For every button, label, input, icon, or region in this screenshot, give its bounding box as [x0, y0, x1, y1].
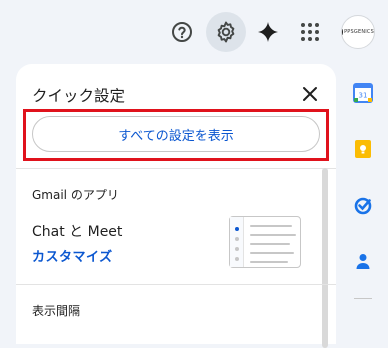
quick-settings-title: クイック設定: [32, 87, 126, 105]
help-button[interactable]: [162, 12, 202, 52]
calendar-icon: 31: [353, 83, 373, 103]
apps-section-label: Gmail のアプリ: [32, 188, 119, 202]
show-all-settings-button[interactable]: すべての設定を表示: [32, 116, 320, 152]
divider: [16, 284, 336, 285]
account-avatar[interactable]: PPSGENICS: [341, 15, 375, 49]
side-panel-divider: [354, 298, 372, 299]
avatar-text: PPSGENICS: [344, 29, 374, 35]
preview-line: [250, 234, 296, 236]
apps-grid-icon: [301, 23, 319, 41]
google-apps-button[interactable]: [290, 12, 330, 52]
divider: [16, 168, 336, 169]
gemini-sparkle-icon: [258, 22, 278, 42]
preview-dot: [235, 227, 239, 231]
preview-line: [250, 225, 292, 227]
top-bar: PPSGENICS: [0, 0, 388, 62]
avatar-logo-mark: [342, 29, 344, 35]
gear-icon: [217, 21, 235, 43]
scrollbar[interactable]: [322, 168, 328, 348]
preview-line: [250, 243, 290, 245]
contacts-icon: [356, 254, 370, 269]
settings-button[interactable]: [206, 12, 246, 52]
preview-dot: [235, 247, 239, 251]
gemini-button[interactable]: [248, 12, 288, 52]
help-circle-icon: [172, 22, 192, 42]
contacts-button[interactable]: [352, 250, 374, 272]
side-panel: 31: [346, 62, 388, 328]
calendar-day: 31: [359, 92, 368, 100]
calendar-button[interactable]: 31: [352, 82, 374, 104]
preview-line: [250, 252, 294, 254]
preview-dot: [235, 257, 239, 261]
preview-dot: [235, 237, 239, 241]
customize-link[interactable]: カスタマイズ: [32, 246, 113, 265]
preview-line: [250, 261, 288, 263]
chat-meet-label: Chat と Meet: [32, 224, 123, 240]
tasks-icon: [354, 197, 372, 215]
keep-icon: [355, 140, 371, 158]
density-label: 表示間隔: [32, 304, 81, 318]
tasks-button[interactable]: [352, 194, 374, 216]
close-icon: [303, 87, 317, 101]
chat-meet-layout-preview: [229, 216, 301, 268]
quick-settings-panel: クイック設定 すべての設定を表示 Gmail のアプリ Chat と Meet …: [16, 64, 336, 348]
close-button[interactable]: [296, 80, 324, 108]
keep-button[interactable]: [352, 138, 374, 160]
